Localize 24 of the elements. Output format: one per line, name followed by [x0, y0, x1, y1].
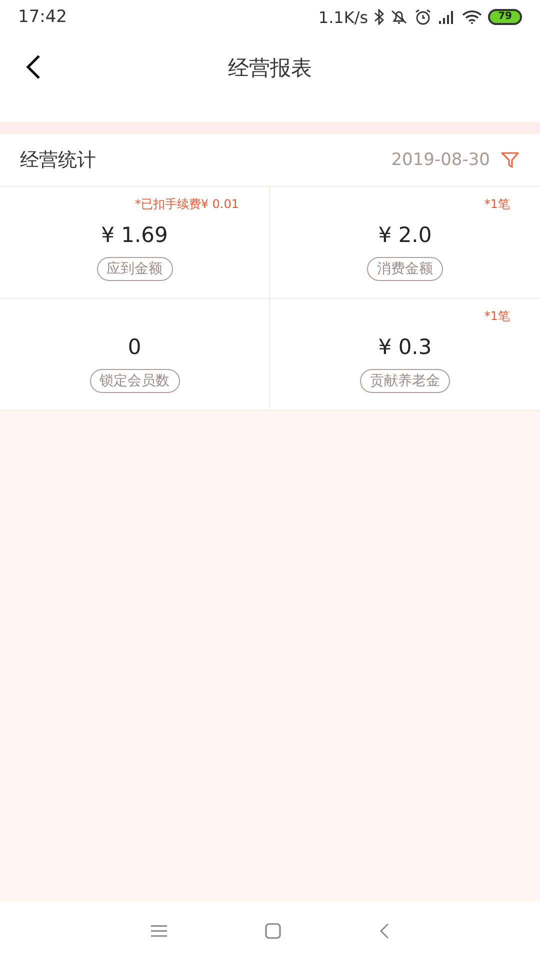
- fee-note: *1笔: [484, 308, 510, 324]
- bluetooth-icon: [374, 9, 384, 25]
- stat-label: 锁定会员数: [90, 369, 180, 393]
- stat-label: 应到金额: [96, 257, 172, 281]
- wifi-icon: [462, 10, 482, 24]
- stat-value: 0: [128, 334, 142, 361]
- battery-level: 79: [488, 9, 522, 25]
- status-time: 17:42: [18, 7, 67, 27]
- stat-label: 贡献养老金: [360, 369, 450, 393]
- stat-label: 消费金额: [367, 257, 443, 281]
- date-label[interactable]: 2019-08-30: [391, 150, 490, 170]
- section-title: 经营统计: [20, 148, 96, 173]
- fee-note: *1笔: [484, 196, 510, 212]
- stat-value: ¥ 1.69: [101, 222, 168, 249]
- menu-icon[interactable]: [150, 924, 168, 938]
- alarm-icon: [414, 8, 432, 26]
- fee-note: *已扣手续费¥ 0.01: [134, 196, 239, 212]
- stat-value: ¥ 0.3: [378, 334, 432, 361]
- muted-bell-icon: [390, 9, 408, 25]
- stat-value: ¥ 2.0: [378, 222, 432, 249]
- page-title: 经营报表: [228, 55, 312, 82]
- home-icon[interactable]: [264, 922, 282, 940]
- network-speed: 1.1K/s: [318, 8, 368, 26]
- filter-icon[interactable]: [500, 150, 520, 170]
